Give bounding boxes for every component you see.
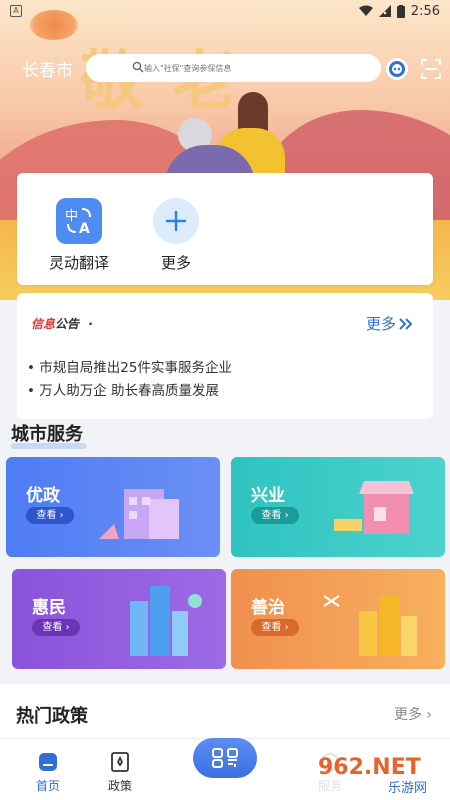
notification-badge-icon: A bbox=[10, 5, 22, 17]
notice-more-link[interactable]: 更多 bbox=[366, 313, 413, 334]
wifi-icon bbox=[358, 5, 373, 16]
watermark-logo: 962.NET 乐游网 bbox=[312, 748, 444, 796]
building-illustration-icon bbox=[99, 489, 179, 539]
scan-icon[interactable] bbox=[420, 58, 442, 80]
notice-item[interactable]: • 万人助万企 助长春高质量发展 bbox=[27, 380, 232, 403]
notice-item[interactable]: • 市规自局推出25件实事服务企业 bbox=[27, 357, 232, 380]
service-card-xingye[interactable]: 兴业 查看 › bbox=[231, 457, 445, 557]
quick-action-label: 灵动翻译 bbox=[48, 254, 109, 272]
robot-assistant-icon[interactable] bbox=[386, 58, 408, 80]
quick-action-more[interactable]: 更多 bbox=[136, 198, 216, 273]
service-card-youzheng[interactable]: 优政 查看 › bbox=[6, 457, 220, 557]
scale-illustration-icon bbox=[323, 595, 417, 656]
search-input[interactable] bbox=[144, 63, 344, 73]
hot-policy-more-link[interactable]: 更多 › bbox=[394, 704, 432, 724]
home-icon bbox=[37, 751, 59, 773]
status-time: 2:56 bbox=[410, 3, 440, 19]
plus-icon bbox=[153, 198, 199, 244]
svg-text:乐游网: 乐游网 bbox=[388, 781, 427, 796]
double-chevron-right-icon bbox=[399, 317, 413, 330]
svg-text:A: A bbox=[79, 221, 90, 237]
qrcode-icon bbox=[212, 748, 238, 768]
policy-book-icon bbox=[109, 751, 131, 773]
battery-icon bbox=[396, 4, 405, 18]
quick-actions-card: 中A 灵动翻译 更多 bbox=[17, 173, 433, 285]
view-button[interactable]: 查看 › bbox=[32, 619, 80, 636]
view-button[interactable]: 查看 › bbox=[251, 619, 299, 636]
section-title-hot-policy: 热门政策 bbox=[16, 706, 88, 727]
translate-icon: 中A bbox=[56, 198, 102, 244]
quick-action-translate[interactable]: 中A 灵动翻译 bbox=[39, 198, 119, 273]
view-button[interactable]: 查看 › bbox=[251, 507, 299, 524]
quick-action-label: 更多 bbox=[160, 254, 191, 272]
search-bar[interactable] bbox=[86, 54, 381, 82]
notice-logo: 信息公告 · bbox=[31, 317, 93, 331]
service-card-huimin[interactable]: 惠民 查看 › bbox=[12, 569, 226, 669]
tab-policy[interactable]: 政策 bbox=[90, 751, 150, 794]
notice-card: 信息公告 · 更多 • 市规自局推出25件实事服务企业 • 万人助万企 助长春高… bbox=[17, 293, 433, 419]
center-qrcode-button[interactable] bbox=[193, 738, 257, 778]
tab-home[interactable]: 首页 bbox=[18, 751, 78, 794]
service-card-shanzhi[interactable]: 善治 查看 › bbox=[231, 569, 445, 669]
shop-illustration-icon bbox=[334, 481, 414, 534]
svg-text:962.NET: 962.NET bbox=[318, 755, 421, 780]
hot-policy-section: 热门政策 更多 › bbox=[0, 684, 450, 744]
notice-list: • 市规自局推出25件实事服务企业 • 万人助万企 助长春高质量发展 bbox=[27, 357, 232, 403]
search-icon bbox=[132, 61, 144, 73]
city-selector[interactable]: 长春市 bbox=[22, 56, 73, 81]
view-button[interactable]: 查看 › bbox=[26, 507, 74, 524]
signal-icon bbox=[378, 5, 391, 17]
svg-text:中: 中 bbox=[65, 209, 78, 224]
section-title-city-service: 城市服务 bbox=[11, 420, 87, 449]
status-bar: A 2:56 bbox=[0, 0, 450, 22]
city-buildings-illustration-icon bbox=[130, 586, 202, 656]
